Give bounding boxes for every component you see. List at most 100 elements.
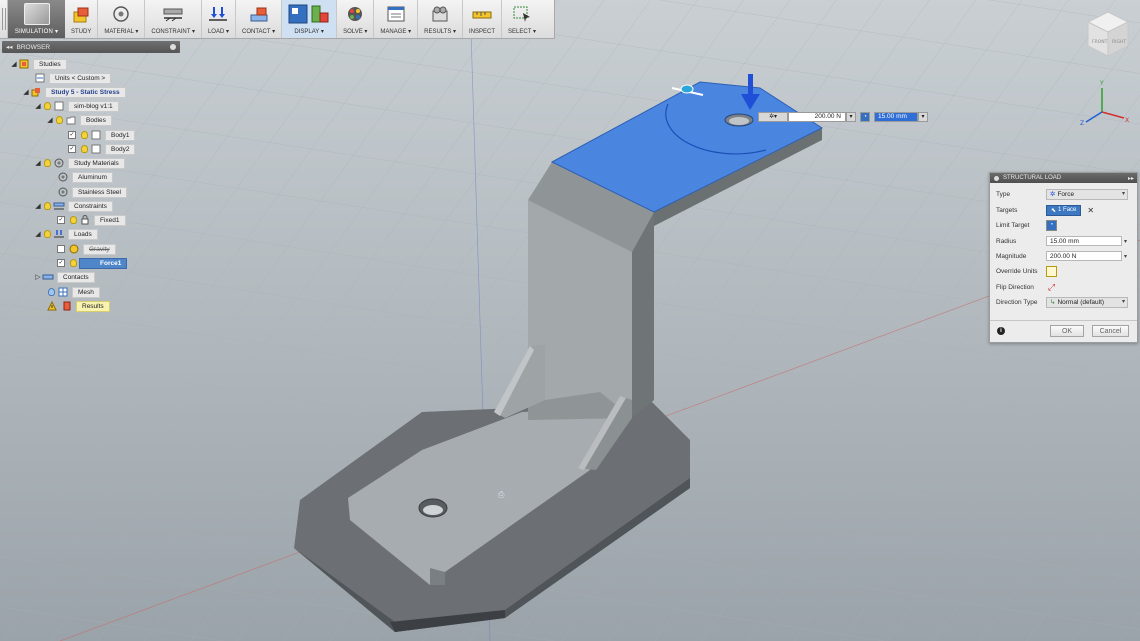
collapse-icon[interactable]: ◂◂: [6, 43, 13, 51]
direction-type-select[interactable]: ↳ Normal (default): [1046, 296, 1128, 308]
body1-checkbox[interactable]: ✓: [68, 131, 76, 139]
viewcube-front: FRONT: [1092, 39, 1108, 45]
contact-menu[interactable]: CONTACT ▾: [236, 0, 283, 38]
limit-target-toggle[interactable]: ◔: [1046, 219, 1057, 231]
visibility-bulb-icon[interactable]: [48, 288, 55, 296]
radius-row: Radius 15.00 mm ▾: [996, 235, 1131, 247]
material-icon: [57, 172, 69, 182]
tree-bodies[interactable]: ◢ Bodies: [46, 114, 112, 126]
visibility-bulb-icon[interactable]: [44, 159, 51, 167]
cancel-button[interactable]: Cancel: [1092, 325, 1129, 337]
radius-dropdown-icon[interactable]: ▾: [918, 111, 928, 122]
fixed1-checkbox[interactable]: ✓: [57, 216, 65, 224]
cursor-icon: ⬉: [1051, 207, 1057, 214]
load-icon: [208, 4, 228, 24]
tree-studies[interactable]: ◢ Studies: [10, 58, 67, 70]
tree-gravity[interactable]: Gravity: [57, 243, 116, 255]
select-menu[interactable]: SELECT ▾: [502, 0, 542, 38]
magnitude-field[interactable]: 200.00 N: [1046, 251, 1122, 261]
workspace-switcher[interactable]: SIMULATION ▾: [8, 0, 65, 38]
targets-selector[interactable]: ⬉ 1 Face: [1046, 204, 1082, 216]
solve-menu[interactable]: SOLVE ▾: [337, 0, 375, 38]
tree-body1[interactable]: ✓ Body1: [68, 129, 136, 141]
tree-aluminum[interactable]: Aluminum: [57, 171, 113, 183]
toolbar-grip[interactable]: [0, 0, 8, 38]
model-viewport[interactable]: ⎙ Y X Z: [0, 0, 1140, 641]
results-menu[interactable]: RESULTS ▾: [418, 0, 464, 38]
viewport-canvas[interactable]: ⎙ Y X Z: [0, 0, 1140, 641]
expand-icon[interactable]: ◢: [34, 102, 42, 110]
tree-sim-blog[interactable]: ◢ sim-blog v1:1: [34, 100, 119, 112]
expand-icon[interactable]: ▷: [34, 273, 42, 281]
clear-targets-icon[interactable]: ✕: [1087, 206, 1094, 215]
expand-icon[interactable]: ◢: [34, 159, 42, 167]
tree-label: Gravity: [83, 243, 116, 255]
tree-units[interactable]: Units < Custom >: [34, 72, 112, 84]
expand-icon[interactable]: ◢: [22, 88, 30, 96]
view-cube[interactable]: FRONT RIGHT: [1086, 10, 1130, 58]
expand-icon[interactable]: ◢: [34, 230, 42, 238]
force-dropdown-icon[interactable]: ▾: [846, 111, 856, 122]
radius-input[interactable]: 15.00 mm: [874, 111, 918, 122]
study-button[interactable]: STUDY: [65, 0, 99, 38]
tree-study-5[interactable]: ◢ Study 5 - Static Stress: [22, 86, 126, 98]
radius-caret-icon[interactable]: ▾: [1124, 238, 1127, 245]
manage-menu[interactable]: MANAGE ▾: [374, 0, 419, 38]
material-menu[interactable]: MATERIAL ▾: [98, 0, 146, 38]
expand-icon[interactable]: ◢: [10, 60, 18, 68]
visibility-bulb-icon[interactable]: [81, 145, 88, 153]
visibility-bulb-icon[interactable]: [44, 202, 51, 210]
expand-icon[interactable]: ◢: [34, 202, 42, 210]
visibility-bulb-icon[interactable]: [81, 131, 88, 139]
tree-constraints[interactable]: ◢ Constraints: [34, 200, 113, 212]
visibility-bulb-icon[interactable]: [56, 116, 63, 124]
constraint-menu[interactable]: CONSTRAINT ▾: [145, 0, 202, 38]
constraint-icon: [53, 201, 65, 211]
magnitude-row: Magnitude 200.00 N ▾: [996, 250, 1131, 262]
solve-label: SOLVE: [343, 29, 363, 35]
material-icon: [57, 187, 69, 197]
inspect-menu[interactable]: INSPECT: [463, 0, 503, 38]
tree-mesh[interactable]: Mesh: [46, 286, 100, 298]
flip-direction-icon[interactable]: ⤢: [1046, 282, 1057, 293]
browser-header[interactable]: ◂◂ BROWSER: [2, 41, 180, 53]
pin-icon[interactable]: [170, 44, 176, 50]
flip-direction-label: Flip Direction: [996, 283, 1034, 291]
magnitude-caret-icon[interactable]: ▾: [1124, 253, 1127, 260]
tree-loads[interactable]: ◢ Loads: [34, 228, 98, 240]
visibility-bulb-icon[interactable]: [44, 102, 51, 110]
expand-dialog-icon[interactable]: ▸▸: [1128, 175, 1134, 182]
tree-contacts[interactable]: ▷ Contacts: [34, 271, 95, 283]
tree-stainless-steel[interactable]: Stainless Steel: [57, 186, 127, 198]
limit-target-label: Limit Target: [996, 221, 1030, 229]
gravity-checkbox[interactable]: [57, 245, 65, 253]
study-icon: [71, 5, 91, 25]
tree-label: Stainless Steel: [72, 186, 127, 198]
dialog-header[interactable]: STRUCTURAL LOAD ▸▸: [990, 173, 1137, 183]
radius-toggle-icon[interactable]: ◔: [860, 111, 870, 122]
expand-icon[interactable]: ◢: [46, 116, 54, 124]
visibility-bulb-icon[interactable]: [70, 259, 77, 267]
tree-fixed1[interactable]: ✓ Fixed1: [57, 214, 126, 226]
tree-label: Body2: [105, 143, 136, 155]
type-select[interactable]: ✲ Force: [1046, 188, 1128, 200]
tree-force1[interactable]: ✓ Force1: [57, 257, 128, 269]
tree-study-materials[interactable]: ◢ Study Materials: [34, 157, 125, 169]
force-type-icon[interactable]: ✲▾: [758, 111, 788, 122]
info-icon[interactable]: i: [997, 327, 1005, 335]
tree-results[interactable]: Results: [46, 300, 110, 312]
ok-button[interactable]: OK: [1050, 325, 1084, 337]
radius-field[interactable]: 15.00 mm: [1046, 236, 1122, 246]
tree-body2[interactable]: ✓ Body2: [68, 143, 136, 155]
direction-type-value: Normal (default): [1057, 298, 1105, 306]
visibility-bulb-icon[interactable]: [44, 230, 51, 238]
display-menu[interactable]: DISPLAY ▾: [282, 0, 338, 38]
override-units-label: Override Units: [996, 267, 1038, 275]
visibility-bulb-icon[interactable]: [70, 216, 77, 224]
override-units-checkbox[interactable]: [1046, 265, 1057, 277]
force1-checkbox[interactable]: ✓: [57, 259, 65, 267]
body2-checkbox[interactable]: ✓: [68, 145, 76, 153]
load-menu[interactable]: LOAD ▾: [202, 0, 236, 38]
force-input[interactable]: 200.00 N: [788, 111, 846, 122]
main-toolbar: SIMULATION ▾ STUDY MATERIAL ▾ CONSTRAINT…: [0, 0, 555, 39]
